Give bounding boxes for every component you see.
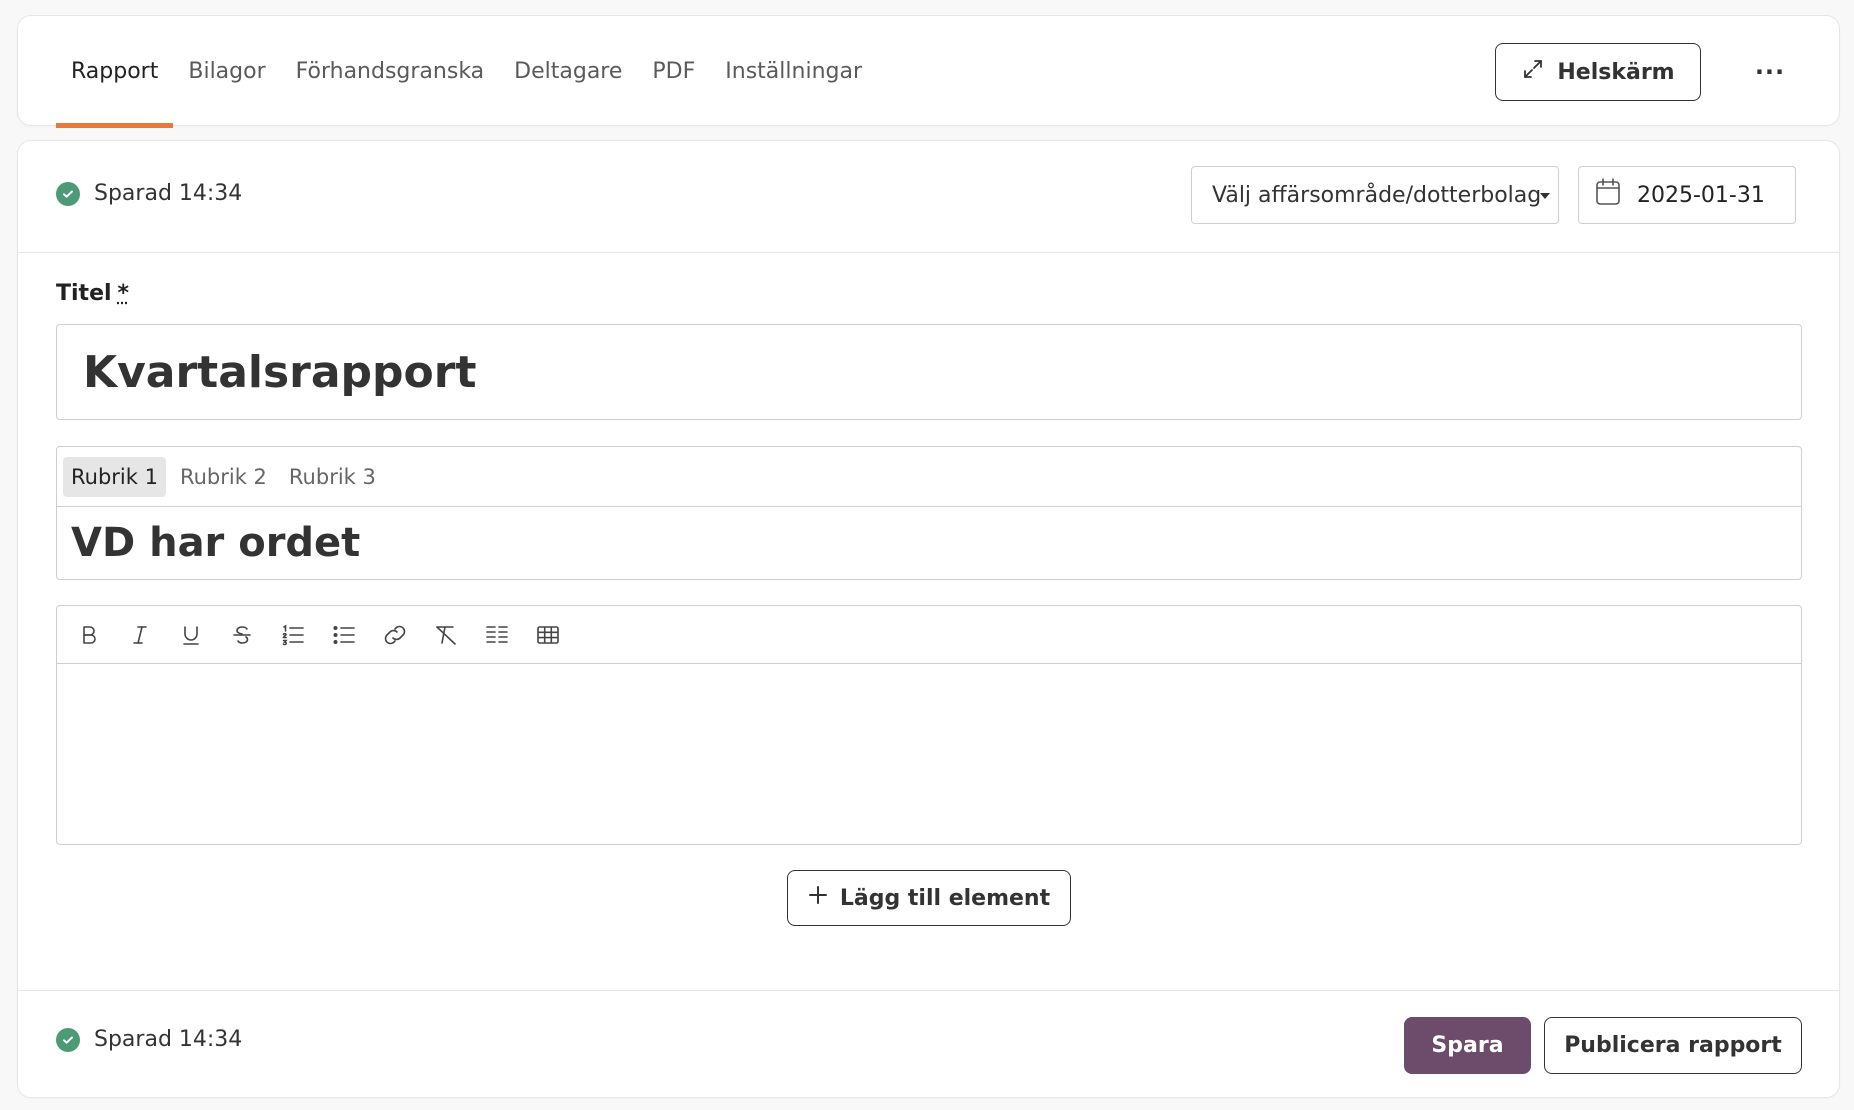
add-element-button[interactable]: Lägg till element: [787, 870, 1071, 926]
tab-deltagare[interactable]: Deltagare: [499, 16, 637, 127]
report-editor-card: Sparad 14:34 Välj affärsområde/dotterbol…: [17, 140, 1840, 1098]
caret-down-icon: [1540, 193, 1550, 199]
check-circle-icon: [56, 181, 80, 206]
tab-rapport[interactable]: Rapport: [56, 16, 174, 128]
check-circle-icon: [56, 1027, 80, 1052]
business-area-select-label: Välj affärsområde/dotterbolag: [1212, 182, 1542, 208]
bullet-list-icon[interactable]: [326, 617, 362, 653]
date-value: 2025-01-31: [1637, 182, 1765, 208]
business-area-select[interactable]: Välj affärsområde/dotterbolag: [1191, 166, 1559, 224]
editor-top-bar: Sparad 14:34 Välj affärsområde/dotterbol…: [18, 141, 1839, 253]
tab-bilagor[interactable]: Bilagor: [173, 16, 280, 127]
publish-report-button[interactable]: Publicera rapport: [1544, 1017, 1802, 1074]
calendar-icon: [1595, 178, 1621, 212]
plus-icon: [808, 885, 828, 911]
title-input[interactable]: [56, 324, 1802, 420]
tab-pdf[interactable]: PDF: [637, 16, 710, 127]
expand-icon: [1521, 57, 1545, 87]
strikethrough-icon[interactable]: [224, 617, 260, 653]
tab-forhandsgranska[interactable]: Förhandsgranska: [281, 16, 500, 127]
ordered-list-icon[interactable]: [275, 617, 311, 653]
required-marker: *: [117, 281, 130, 306]
italic-icon[interactable]: [122, 617, 158, 653]
underline-icon[interactable]: [173, 617, 209, 653]
saved-status: Sparad 14:34: [56, 181, 242, 206]
columns-icon[interactable]: [479, 617, 515, 653]
saved-status-text: Sparad 14:34: [94, 181, 243, 206]
tab-bar: Rapport Bilagor Förhandsgranska Deltagar…: [17, 15, 1840, 128]
heading-level-selector: Rubrik 1 Rubrik 2 Rubrik 3: [57, 447, 1801, 507]
tab-installningar[interactable]: Inställningar: [710, 16, 877, 127]
title-field-label: Titel *: [56, 281, 129, 306]
link-icon[interactable]: [377, 617, 413, 653]
heading-element: Rubrik 1 Rubrik 2 Rubrik 3 VD har ordet: [56, 446, 1802, 580]
date-picker[interactable]: 2025-01-31: [1578, 166, 1796, 224]
table-icon[interactable]: [530, 617, 566, 653]
heading-level-3[interactable]: Rubrik 3: [281, 457, 384, 497]
clear-format-icon[interactable]: [428, 617, 464, 653]
more-options-icon[interactable]: ···: [1748, 50, 1792, 94]
rich-text-editor: [56, 605, 1802, 845]
saved-status-footer: Sparad 14:34: [56, 1027, 242, 1052]
editor-footer: Sparad 14:34 Spara Publicera rapport: [18, 990, 1839, 1098]
saved-status-text: Sparad 14:34: [94, 1027, 243, 1052]
title-label-text: Titel: [56, 281, 112, 306]
heading-level-2[interactable]: Rubrik 2: [172, 457, 275, 497]
heading-level-1[interactable]: Rubrik 1: [63, 456, 166, 497]
tab-list: Rapport Bilagor Förhandsgranska Deltagar…: [56, 16, 877, 128]
editor-content-area[interactable]: [57, 664, 1801, 844]
fullscreen-label: Helskärm: [1557, 59, 1675, 85]
editor-toolbar: [57, 606, 1801, 664]
add-element-label: Lägg till element: [839, 885, 1051, 911]
save-button[interactable]: Spara: [1404, 1017, 1531, 1074]
fullscreen-button[interactable]: Helskärm: [1495, 43, 1701, 101]
heading-text-input[interactable]: VD har ordet: [57, 507, 1801, 579]
bold-icon[interactable]: [71, 617, 107, 653]
